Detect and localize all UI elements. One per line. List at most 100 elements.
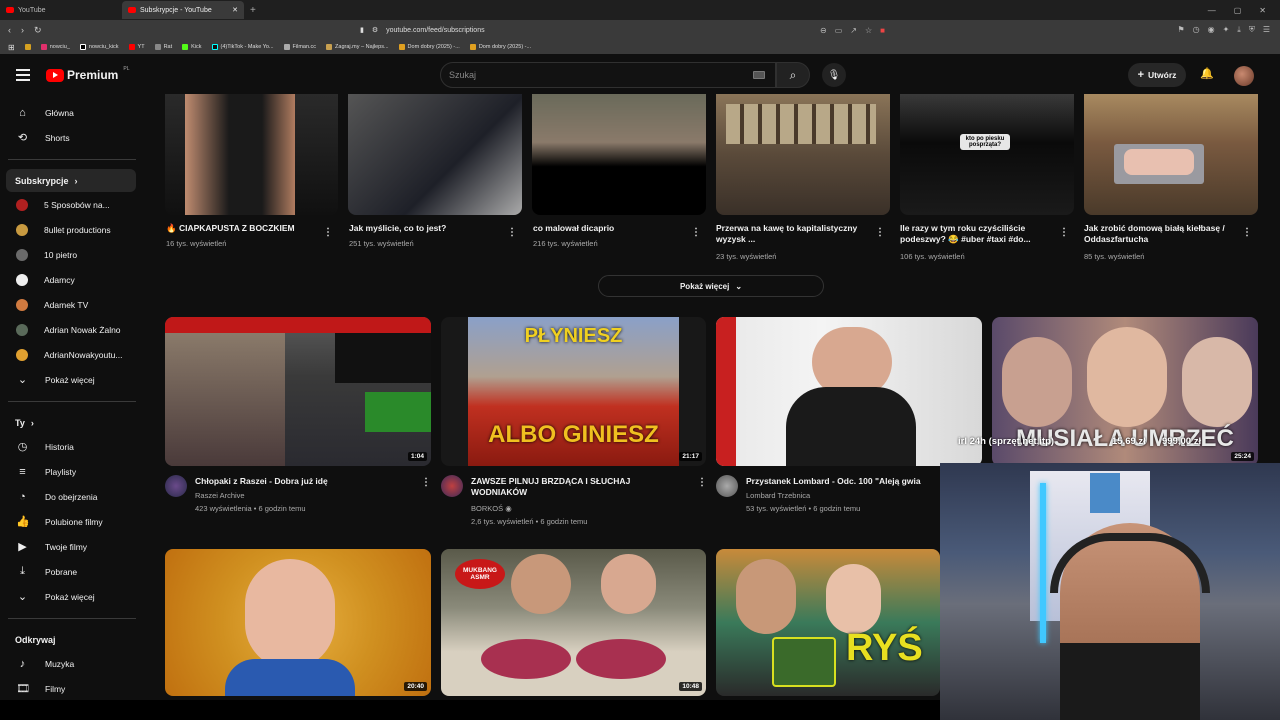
bookmark-item[interactable]: nowciu_ (40, 44, 70, 50)
more-options-icon[interactable]: ⋮ (697, 478, 707, 488)
sidebar-item-shorts[interactable]: ⟲ Shorts (0, 125, 150, 150)
video-thumbnail[interactable]: MUKBANG ASMR 10:48 (441, 549, 706, 696)
close-window-icon[interactable]: ✕ (1259, 6, 1266, 15)
url-text[interactable]: youtube.com/feed/subscriptions (386, 27, 484, 34)
channel-avatar[interactable] (165, 475, 187, 497)
bookmark-item[interactable] (24, 44, 31, 50)
more-options-icon[interactable]: ⋮ (323, 228, 333, 238)
video-title[interactable]: ZAWSZE PILNUJ BRZDĄCA I SŁUCHAJ WODNIAKÓ… (471, 476, 681, 498)
hamburger-menu-icon[interactable] (16, 69, 30, 81)
show-more-button[interactable]: Pokaż więcej ⌄ (598, 275, 824, 297)
channel-name[interactable]: BORKOŚ ◉ (471, 503, 512, 515)
zoom-icon[interactable]: ⊖ (820, 26, 827, 35)
video-title[interactable]: Chłopaki z Raszei - Dobra już idę (195, 476, 415, 487)
notifications-bell-icon[interactable]: 🔔 (1200, 67, 1214, 80)
extension-icon[interactable]: ■ (880, 26, 885, 35)
bookmark-item[interactable]: Kick (182, 44, 202, 50)
search-input[interactable]: Szukaj (440, 62, 776, 88)
sidebar-subscriptions-header[interactable]: Subskrypcje › (6, 169, 136, 192)
browser-tab[interactable]: YouTube (0, 1, 122, 19)
cast-icon[interactable]: ▭ (835, 26, 843, 35)
sidebar-subscription[interactable]: 5 Sposobów na... (0, 192, 150, 217)
video-thumbnail[interactable]: 1:04 (165, 317, 431, 466)
bookmark-item[interactable]: Dom dobry (2025) -... (469, 44, 531, 50)
more-options-icon[interactable]: ⋮ (421, 478, 431, 488)
bookmark-item[interactable]: Filman.cc (283, 44, 316, 50)
close-tab-icon[interactable]: ✕ (232, 6, 238, 14)
sidebar-item-history[interactable]: ◷ Historia (0, 434, 150, 459)
sidebar-subscription[interactable]: AdrianNowakyoutu... (0, 342, 150, 367)
bookmark-icon[interactable]: ▮ (360, 26, 364, 34)
sidebar-item-your-videos[interactable]: ▶ Twoje filmy (0, 534, 150, 559)
browser-tab-active[interactable]: Subskrypcje - YouTube ✕ (122, 1, 244, 19)
sidebar-item-downloads[interactable]: ⤓ Pobrane (0, 559, 150, 584)
history-icon[interactable]: ◷ (1193, 25, 1200, 35)
channel-name[interactable]: Raszei Archive (195, 490, 245, 502)
short-title[interactable]: 🔥 CIAPKAPUSTA Z BOCZKIEM (166, 223, 316, 234)
extensions-icon[interactable]: ✦ (1223, 25, 1230, 35)
back-icon[interactable]: ‹ (8, 25, 11, 36)
bookmark-item[interactable]: Dom dobry (2025) -... (398, 44, 460, 50)
more-options-icon[interactable]: ⋮ (1059, 228, 1069, 238)
short-thumbnail[interactable] (165, 94, 338, 215)
short-title[interactable]: Jak myślicie, co to jest? (349, 223, 499, 234)
site-info-icon[interactable]: ⚙ (372, 26, 378, 34)
star-icon[interactable]: ☆ (865, 26, 872, 35)
reload-icon[interactable]: ↻ (34, 25, 42, 36)
video-thumbnail[interactable] (716, 317, 982, 466)
sidebar-item-playlists[interactable]: ≡ Playlisty (0, 459, 150, 484)
sidebar-item-home[interactable]: ⌂ Główna (0, 100, 150, 125)
video-title[interactable]: Przystanek Lombard - Odc. 100 "Aleją gwi… (746, 476, 946, 487)
channel-avatar[interactable] (716, 475, 738, 497)
short-thumbnail[interactable] (716, 94, 890, 215)
short-title[interactable]: co malował dicaprio (533, 223, 683, 234)
video-thumbnail[interactable]: 20:40 (165, 549, 431, 696)
maximize-icon[interactable]: ▢ (1234, 6, 1242, 15)
short-thumbnail[interactable]: kto po piesku posprząta? (900, 94, 1074, 215)
account-avatar[interactable] (1234, 66, 1254, 86)
sidebar-item-watch-later[interactable]: ◔ Do obejrzenia (0, 484, 150, 509)
create-button[interactable]: + Utwórz (1128, 63, 1186, 87)
short-thumbnail[interactable] (348, 94, 522, 215)
sidebar-item-liked[interactable]: 👍 Polubione filmy (0, 509, 150, 534)
screenshot-icon[interactable]: ◉ (1208, 25, 1215, 35)
short-thumbnail[interactable] (532, 94, 706, 215)
sidebar-item-movies[interactable]: 🎞 Filmy (0, 676, 150, 701)
keyboard-icon[interactable] (753, 71, 765, 79)
download-icon[interactable]: ⤓ (1237, 25, 1241, 35)
channel-name[interactable]: Lombard Trzebnica (746, 490, 810, 502)
menu-icon[interactable]: ☰ (1263, 25, 1270, 35)
minimize-icon[interactable]: — (1208, 6, 1216, 15)
short-title[interactable]: Ile razy w tym roku czyściliście podeszw… (900, 223, 1050, 245)
bookmark-item[interactable]: (4)TikTok - Make Yo... (211, 44, 274, 50)
sidebar-subscription[interactable]: Adamek TV (0, 292, 150, 317)
bookmark-item[interactable]: Rat (154, 44, 172, 50)
apps-icon[interactable]: ⊞ (8, 43, 15, 52)
more-options-icon[interactable]: ⋮ (875, 228, 885, 238)
more-options-icon[interactable]: ⋮ (1242, 228, 1252, 238)
vpn-icon[interactable]: ⚑ (1177, 25, 1184, 35)
voice-search-button[interactable]: 🎙 (822, 63, 846, 87)
more-options-icon[interactable]: ⋮ (691, 228, 701, 238)
sidebar-subscription[interactable]: 8ullet productions (0, 217, 150, 242)
sidebar-you-header[interactable]: Ty › (0, 411, 150, 434)
sidebar-item-music[interactable]: ♪ Muzyka (0, 651, 150, 676)
youtube-logo[interactable]: Premium PL (46, 66, 129, 82)
channel-avatar[interactable] (441, 475, 463, 497)
bookmark-item[interactable]: Zagraj.my – Najleps... (326, 44, 389, 50)
sidebar-show-more[interactable]: ⌄ Pokaż więcej (0, 584, 150, 609)
sidebar-show-more[interactable]: ⌄ Pokaż więcej (0, 367, 150, 392)
sidebar-subscription[interactable]: Adamcy (0, 267, 150, 292)
sidebar-subscription[interactable]: 10 pietro (0, 242, 150, 267)
video-thumbnail[interactable]: RYŚ (716, 549, 940, 696)
video-thumbnail[interactable]: PŁYNIESZ ALBO GINIESZ 21:17 (441, 317, 706, 466)
share-icon[interactable]: ↗ (850, 26, 857, 35)
short-title[interactable]: Przerwa na kawę to kapitalistyczny wyzys… (716, 223, 866, 245)
more-options-icon[interactable]: ⋮ (507, 228, 517, 238)
short-thumbnail[interactable] (1084, 94, 1258, 215)
shield-icon[interactable]: ⛨ (1249, 25, 1255, 35)
short-title[interactable]: Jak zrobić domową białą kiełbasę / Oddas… (1084, 223, 1234, 245)
sidebar-subscription[interactable]: Adrian Nowak Żalno (0, 317, 150, 342)
forward-icon[interactable]: › (21, 25, 24, 36)
bookmark-item[interactable]: YT (128, 44, 145, 50)
